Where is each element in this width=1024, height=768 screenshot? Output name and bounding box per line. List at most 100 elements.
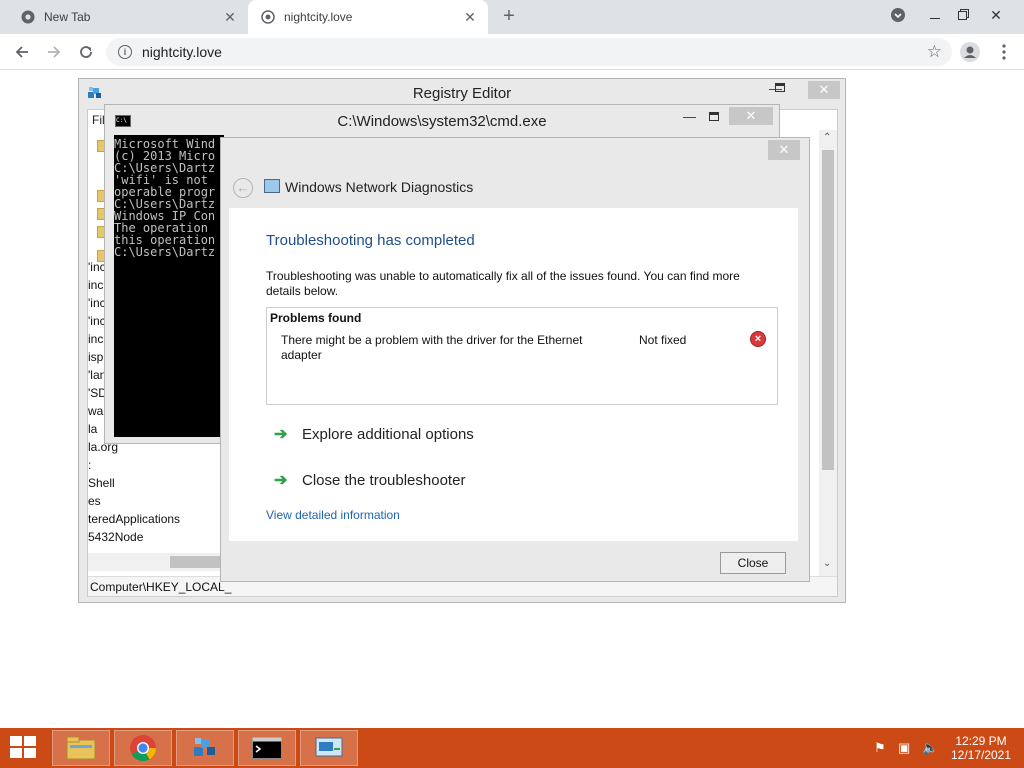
chevron-up-icon[interactable]: ⌃ bbox=[823, 132, 831, 143]
windows-logo-icon bbox=[24, 736, 36, 746]
network-diagnostics-icon bbox=[264, 179, 280, 193]
option-label: Close the troubleshooter bbox=[302, 471, 466, 489]
close-window-button[interactable]: ✕ bbox=[978, 0, 1014, 30]
clock-date: 12/17/2021 bbox=[950, 748, 1012, 762]
browser-tab-strip: New Tab ✕ nightcity.love ✕ + ✕ bbox=[0, 0, 1024, 34]
close-icon: ✕ bbox=[990, 6, 1002, 23]
window-title: C:\Windows\system32\cmd.exe bbox=[337, 113, 547, 130]
taskbar-chrome[interactable] bbox=[114, 730, 172, 766]
problem-description: There might be a problem with the driver… bbox=[281, 333, 583, 362]
tab-label: nightcity.love bbox=[284, 10, 353, 24]
maximize-button[interactable] bbox=[709, 112, 719, 121]
url-text: nightcity.love bbox=[142, 44, 222, 60]
globe-icon bbox=[260, 9, 276, 25]
tree-item[interactable]: la bbox=[88, 422, 97, 436]
tree-item[interactable]: inc bbox=[88, 332, 103, 346]
browser-toolbar: i nightcity.love ☆ bbox=[0, 34, 1024, 70]
tree-item[interactable]: teredApplications bbox=[88, 512, 180, 526]
chrome-icon bbox=[20, 9, 36, 25]
arrow-left-icon bbox=[15, 46, 28, 58]
new-tab-button[interactable]: + bbox=[498, 6, 520, 28]
description-text: Troubleshooting was unable to automatica… bbox=[266, 269, 740, 298]
tree-item[interactable]: 5432Node bbox=[88, 530, 143, 544]
minimize-button[interactable]: — bbox=[683, 109, 696, 124]
error-icon: × bbox=[750, 331, 766, 347]
close-button[interactable]: ✕ bbox=[768, 140, 800, 160]
network-diagnostics-icon bbox=[315, 737, 343, 757]
star-icon[interactable]: ☆ bbox=[927, 42, 942, 62]
avatar-icon bbox=[960, 42, 980, 62]
tree-item[interactable]: wa bbox=[88, 404, 103, 418]
close-tab-icon[interactable]: ✕ bbox=[460, 7, 480, 27]
tree-item[interactable]: Shell bbox=[88, 476, 115, 490]
back-arrow-icon[interactable]: ← bbox=[233, 178, 253, 198]
arrow-right-icon bbox=[48, 46, 61, 58]
chrome-icon bbox=[130, 735, 157, 762]
console-output[interactable]: Microsoft Wind (c) 2013 Micro C:\Users\Dar… bbox=[114, 135, 224, 437]
clock-time: 12:29 PM bbox=[955, 734, 1007, 748]
action-center-icon[interactable]: ⚑ bbox=[874, 740, 886, 756]
menu-button[interactable] bbox=[990, 38, 1018, 66]
tab-nightcity[interactable]: nightcity.love ✕ bbox=[248, 0, 488, 34]
more-vertical-icon bbox=[1002, 44, 1006, 60]
close-troubleshooter-link[interactable]: ➔ Close the troubleshooter bbox=[274, 470, 465, 490]
taskbar: ⚑ ▣ 🔈 12:29 PM 12/17/2021 bbox=[0, 728, 1024, 768]
address-bar[interactable]: i nightcity.love ☆ bbox=[106, 38, 952, 66]
page-title: Troubleshooting has completed bbox=[266, 232, 475, 249]
tree-item[interactable]: isp bbox=[88, 350, 103, 364]
scroll-thumb[interactable] bbox=[170, 556, 222, 568]
problems-box: Problems found There might be a problem … bbox=[266, 307, 778, 405]
restore-icon bbox=[957, 10, 967, 20]
problem-status: Not fixed bbox=[639, 333, 687, 347]
network-icon[interactable]: ▣ bbox=[898, 740, 910, 756]
restore-button[interactable] bbox=[944, 0, 980, 30]
diagnostics-content: Troubleshooting has completed Troublesho… bbox=[229, 208, 798, 541]
reload-icon bbox=[80, 46, 92, 58]
back-button[interactable] bbox=[8, 38, 36, 66]
windows-logo-icon bbox=[24, 748, 36, 758]
view-detailed-info-link[interactable]: View detailed information bbox=[266, 508, 400, 522]
tree-item[interactable]: 'inc bbox=[88, 260, 106, 274]
taskbar-network-diagnostics[interactable] bbox=[300, 730, 358, 766]
chevron-down-icon[interactable]: ⌄ bbox=[823, 558, 831, 569]
tab-search-button[interactable] bbox=[880, 0, 916, 30]
forward-button[interactable] bbox=[40, 38, 68, 66]
console-line: C:\Users\Dartz bbox=[114, 245, 216, 259]
info-icon[interactable]: i bbox=[118, 45, 132, 59]
horizontal-scrollbar[interactable] bbox=[88, 553, 222, 571]
close-tab-icon[interactable]: ✕ bbox=[220, 7, 240, 27]
minimize-icon bbox=[930, 17, 940, 19]
windows-logo-icon bbox=[10, 748, 22, 758]
network-diagnostics-window[interactable]: ✕ ← Windows Network Diagnostics Troubles… bbox=[220, 137, 810, 582]
close-button[interactable]: ✕ bbox=[808, 81, 840, 99]
chevron-down-icon bbox=[891, 8, 905, 22]
green-arrow-icon: ➔ bbox=[274, 426, 288, 443]
start-button[interactable] bbox=[10, 736, 38, 760]
app-title: Windows Network Diagnostics bbox=[285, 179, 474, 195]
file-explorer-icon bbox=[66, 736, 96, 760]
explore-options-link[interactable]: ➔ Explore additional options bbox=[274, 424, 474, 444]
green-arrow-icon: ➔ bbox=[274, 472, 288, 489]
close-button[interactable]: ✕ bbox=[729, 107, 773, 125]
window-title: Registry Editor bbox=[412, 85, 512, 102]
tree-item[interactable]: 'inc bbox=[88, 314, 106, 328]
taskbar-file-explorer[interactable] bbox=[52, 730, 110, 766]
speaker-icon[interactable]: 🔈 bbox=[922, 740, 938, 756]
profile-button[interactable] bbox=[956, 38, 984, 66]
tree-item[interactable]: es bbox=[88, 494, 101, 508]
tab-new-tab[interactable]: New Tab ✕ bbox=[8, 0, 248, 34]
reload-button[interactable] bbox=[72, 38, 100, 66]
option-label: Explore additional options bbox=[302, 425, 474, 443]
close-dialog-button[interactable]: Close bbox=[720, 552, 786, 574]
vertical-scrollbar[interactable]: ⌄ ⌃ bbox=[819, 130, 837, 585]
tree-item[interactable]: 'inc bbox=[88, 296, 106, 310]
clock[interactable]: 12:29 PM 12/17/2021 bbox=[950, 734, 1012, 762]
problems-header: Problems found bbox=[270, 311, 362, 325]
taskbar-registry-editor[interactable] bbox=[176, 730, 234, 766]
tree-item[interactable]: inc bbox=[88, 278, 103, 292]
taskbar-cmd[interactable] bbox=[238, 730, 296, 766]
maximize-button[interactable] bbox=[775, 83, 785, 92]
tree-item[interactable]: : bbox=[88, 458, 91, 472]
windows-logo-icon bbox=[10, 736, 22, 746]
scroll-thumb[interactable] bbox=[822, 150, 834, 470]
